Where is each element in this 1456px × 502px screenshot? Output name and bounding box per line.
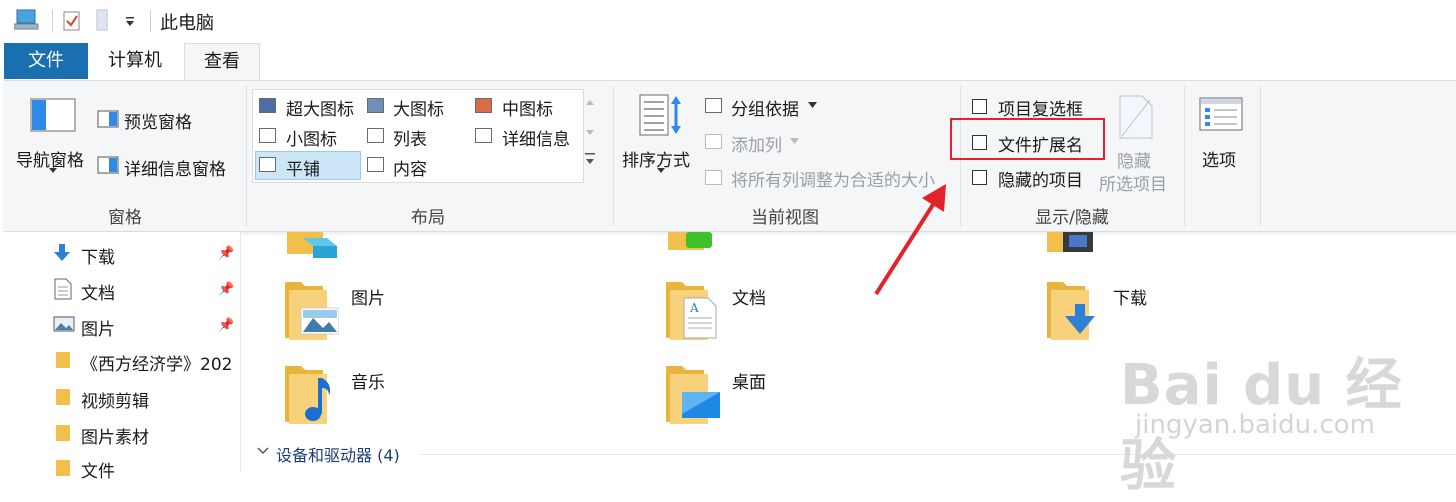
nav-item-video-editing[interactable]: 视频剪辑	[81, 387, 149, 412]
title-bar	[0, 0, 1456, 42]
panes-group-label: 窗格	[108, 208, 142, 228]
videos-folder-icon[interactable]	[1045, 232, 1101, 254]
watermark-url: jingyan.baidu.com	[1135, 410, 1375, 440]
size-columns-icon	[705, 170, 722, 185]
new-folder-icon[interactable]	[94, 8, 110, 32]
extra-large-icons-icon	[259, 98, 276, 113]
nav-item-files[interactable]: 文件	[81, 457, 115, 482]
dropdown-arrow-icon	[657, 168, 665, 173]
documents-folder-icon[interactable]: A	[664, 278, 720, 340]
tab-computer[interactable]: 计算机	[90, 43, 180, 79]
large-icons-icon	[367, 98, 384, 113]
layout-scroll-arrows-icon[interactable]	[583, 95, 597, 177]
pin-icon[interactable]: 📌	[218, 282, 234, 297]
properties-icon[interactable]	[62, 8, 82, 32]
item-checkboxes-checkbox[interactable]	[972, 99, 987, 114]
dropdown-arrow-icon	[808, 102, 817, 108]
folder-label-pictures[interactable]: 图片	[351, 284, 385, 309]
tiles-icon	[259, 157, 276, 172]
hidden-items-label: 隐藏的项目	[998, 171, 1083, 191]
layout-small-icons[interactable]: 小图标	[286, 125, 337, 150]
nav-item-label: 下载	[81, 248, 115, 268]
dropdown-arrow-icon	[49, 168, 57, 173]
navigation-pane-icon	[30, 98, 76, 132]
nav-item-label: 图片	[81, 320, 115, 340]
preview-pane-icon	[97, 110, 119, 128]
options-button[interactable]: 选项	[1202, 146, 1236, 171]
layout-details[interactable]: 详细信息	[502, 125, 570, 150]
dropdown-arrow-icon	[790, 138, 799, 144]
folder-label-downloads[interactable]: 下载	[1113, 284, 1147, 309]
hidden-items-checkbox[interactable]	[972, 170, 987, 185]
group-divider	[613, 86, 614, 226]
window-title: 此电脑	[160, 13, 214, 34]
layout-tiles[interactable]: 平铺	[286, 155, 320, 180]
highlight-annotation-box	[950, 118, 1105, 160]
medium-icons-icon	[475, 98, 492, 113]
collapse-chevron-icon[interactable]	[256, 446, 270, 456]
group-divider	[1260, 86, 1261, 226]
folder-icon	[56, 425, 70, 441]
layout-medium-icons[interactable]: 中图标	[502, 95, 553, 120]
nav-item-documents[interactable]	[54, 278, 72, 304]
downloads-folder-icon[interactable]	[1045, 278, 1101, 340]
layout-content[interactable]: 内容	[393, 155, 427, 180]
item-checkboxes-label: 项目复选框	[998, 100, 1083, 120]
folder-label-music[interactable]: 音乐	[351, 368, 385, 393]
nav-item-picture-assets[interactable]: 图片素材	[81, 423, 149, 448]
picture-icon	[53, 316, 75, 332]
pictures-folder-icon[interactable]	[283, 278, 339, 340]
hide-selected-label-2[interactable]: 所选项目	[1099, 170, 1167, 195]
nav-item-downloads[interactable]	[52, 243, 72, 267]
add-columns-icon	[705, 134, 722, 149]
folder-icon	[56, 352, 70, 368]
details-icon	[475, 128, 492, 143]
title-divider	[150, 10, 151, 32]
nav-item-pictures[interactable]	[53, 316, 75, 336]
details-pane-icon	[97, 156, 119, 174]
list-icon	[367, 128, 384, 143]
layout-list[interactable]: 列表	[393, 125, 427, 150]
add-columns-button[interactable]: 添加列	[731, 131, 782, 156]
preview-pane-button[interactable]: 预览窗格	[124, 108, 192, 133]
pin-icon[interactable]: 📌	[218, 318, 234, 333]
group-by-button[interactable]: 分组依据	[731, 95, 799, 120]
folder-label-desktop[interactable]: 桌面	[732, 368, 766, 393]
layout-large-icons[interactable]: 大图标	[393, 95, 444, 120]
sort-by-icon	[639, 94, 681, 136]
hide-selected-items-icon	[1119, 95, 1153, 139]
group-by-icon	[705, 98, 722, 113]
svg-text:A: A	[689, 301, 699, 315]
3d-objects-folder-icon[interactable]	[283, 232, 341, 260]
desktop-folder-icon[interactable]	[664, 362, 720, 424]
nav-item-economics[interactable]: 《西方经济学》202	[81, 350, 232, 375]
video-app-folder-icon[interactable]	[664, 232, 720, 254]
group-divider	[246, 86, 247, 226]
toolbar-divider	[52, 10, 53, 32]
music-folder-icon[interactable]	[283, 362, 339, 424]
tab-view[interactable]: 查看	[184, 43, 260, 81]
pin-icon[interactable]: 📌	[218, 246, 234, 261]
options-icon	[1199, 97, 1243, 131]
details-pane-button[interactable]: 详细信息窗格	[124, 155, 226, 180]
document-icon	[54, 278, 72, 300]
computer-icon[interactable]	[14, 8, 40, 32]
hide-selected-label-1[interactable]: 隐藏	[1117, 147, 1151, 172]
layout-extra-large-icons[interactable]: 超大图标	[286, 95, 354, 120]
folder-icon	[56, 389, 70, 405]
small-icons-icon	[259, 128, 276, 143]
folder-label-documents[interactable]: 文档	[732, 284, 766, 309]
show-hide-group-label: 显示/隐藏	[1035, 208, 1109, 228]
customize-quick-access-icon[interactable]	[124, 16, 136, 28]
annotation-arrow	[874, 184, 946, 296]
download-arrow-icon	[54, 244, 70, 261]
current-view-group-label: 当前视图	[751, 208, 819, 228]
content-icon	[367, 157, 384, 172]
group-divider	[1184, 86, 1185, 226]
nav-item-label: 文档	[81, 284, 115, 304]
devices-drives-header[interactable]: 设备和驱动器 (4)	[276, 442, 400, 466]
folder-icon	[56, 460, 70, 476]
layout-group-label: 布局	[411, 208, 445, 228]
tab-file[interactable]: 文件	[4, 43, 88, 79]
